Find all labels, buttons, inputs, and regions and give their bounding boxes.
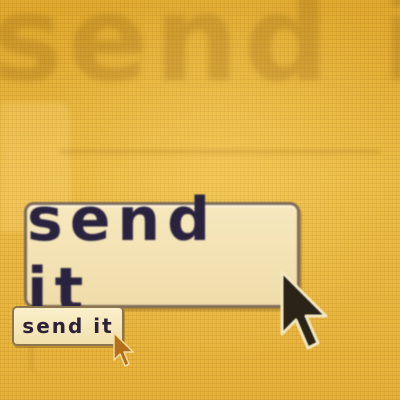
mouse-pointer-small-icon — [113, 332, 134, 367]
blurred-divider — [60, 150, 380, 167]
send-it-button-small[interactable]: send it — [12, 306, 124, 346]
send-it-button-small-label: send it — [22, 314, 114, 338]
blurred-background-heading: send it — [0, 0, 400, 108]
send-it-button-large-label: send it — [27, 185, 218, 325]
send-it-button-large[interactable]: send it — [24, 185, 300, 325]
mouse-pointer-icon — [280, 270, 328, 350]
